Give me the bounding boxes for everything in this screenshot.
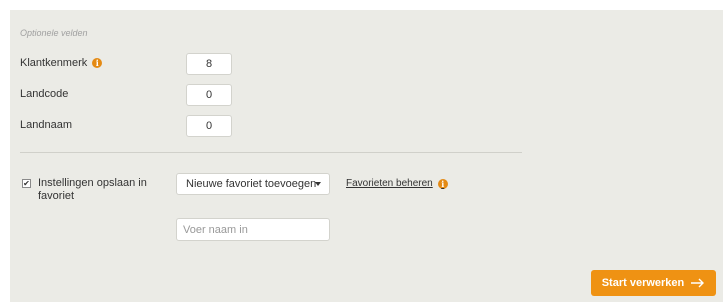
chevron-down-icon — [315, 182, 321, 186]
field-label: Landnaam — [20, 119, 72, 131]
manage-favorites-text[interactable]: Favorieten beheren — [346, 178, 433, 189]
field-label-text: Landnaam — [20, 119, 72, 131]
landcode-input[interactable] — [186, 84, 232, 106]
field-row-landnaam: Landnaam — [20, 115, 320, 137]
save-favorite-label[interactable]: Instellingen opslaan in favoriet — [38, 177, 168, 203]
favorite-name-input[interactable] — [176, 218, 330, 241]
start-button-label: Start verwerken — [601, 277, 685, 289]
section-title: Optionele velden — [20, 28, 88, 38]
field-label-text: Landcode — [20, 88, 69, 100]
field-row-klantkenmerk: Klantkenmerk i — [20, 53, 320, 75]
optional-fields-panel: Optionele velden Klantkenmerk i Landcode… — [10, 10, 723, 302]
arrow-right-icon — [691, 278, 705, 288]
favorite-select[interactable]: Nieuwe favoriet toevoegen — [176, 173, 330, 195]
field-row-landcode: Landcode — [20, 84, 320, 106]
save-favorite-checkbox[interactable]: ✔ — [22, 179, 31, 188]
start-processing-button[interactable]: Start verwerken — [591, 270, 716, 296]
klantkenmerk-input[interactable] — [186, 53, 232, 75]
field-label-text: Klantkenmerk — [20, 57, 88, 69]
field-label: Landcode — [20, 88, 68, 100]
divider — [20, 152, 522, 153]
info-icon[interactable]: i — [437, 178, 448, 189]
field-label: Klantkenmerk i — [20, 57, 103, 69]
checkmark-icon: ✔ — [23, 179, 30, 188]
manage-favorites-link[interactable]: Favorieten beheren i — [346, 178, 448, 189]
favorite-select-value: Nieuwe favoriet toevoegen — [186, 178, 317, 190]
info-icon[interactable]: i — [92, 58, 103, 68]
landnaam-input[interactable] — [186, 115, 232, 137]
